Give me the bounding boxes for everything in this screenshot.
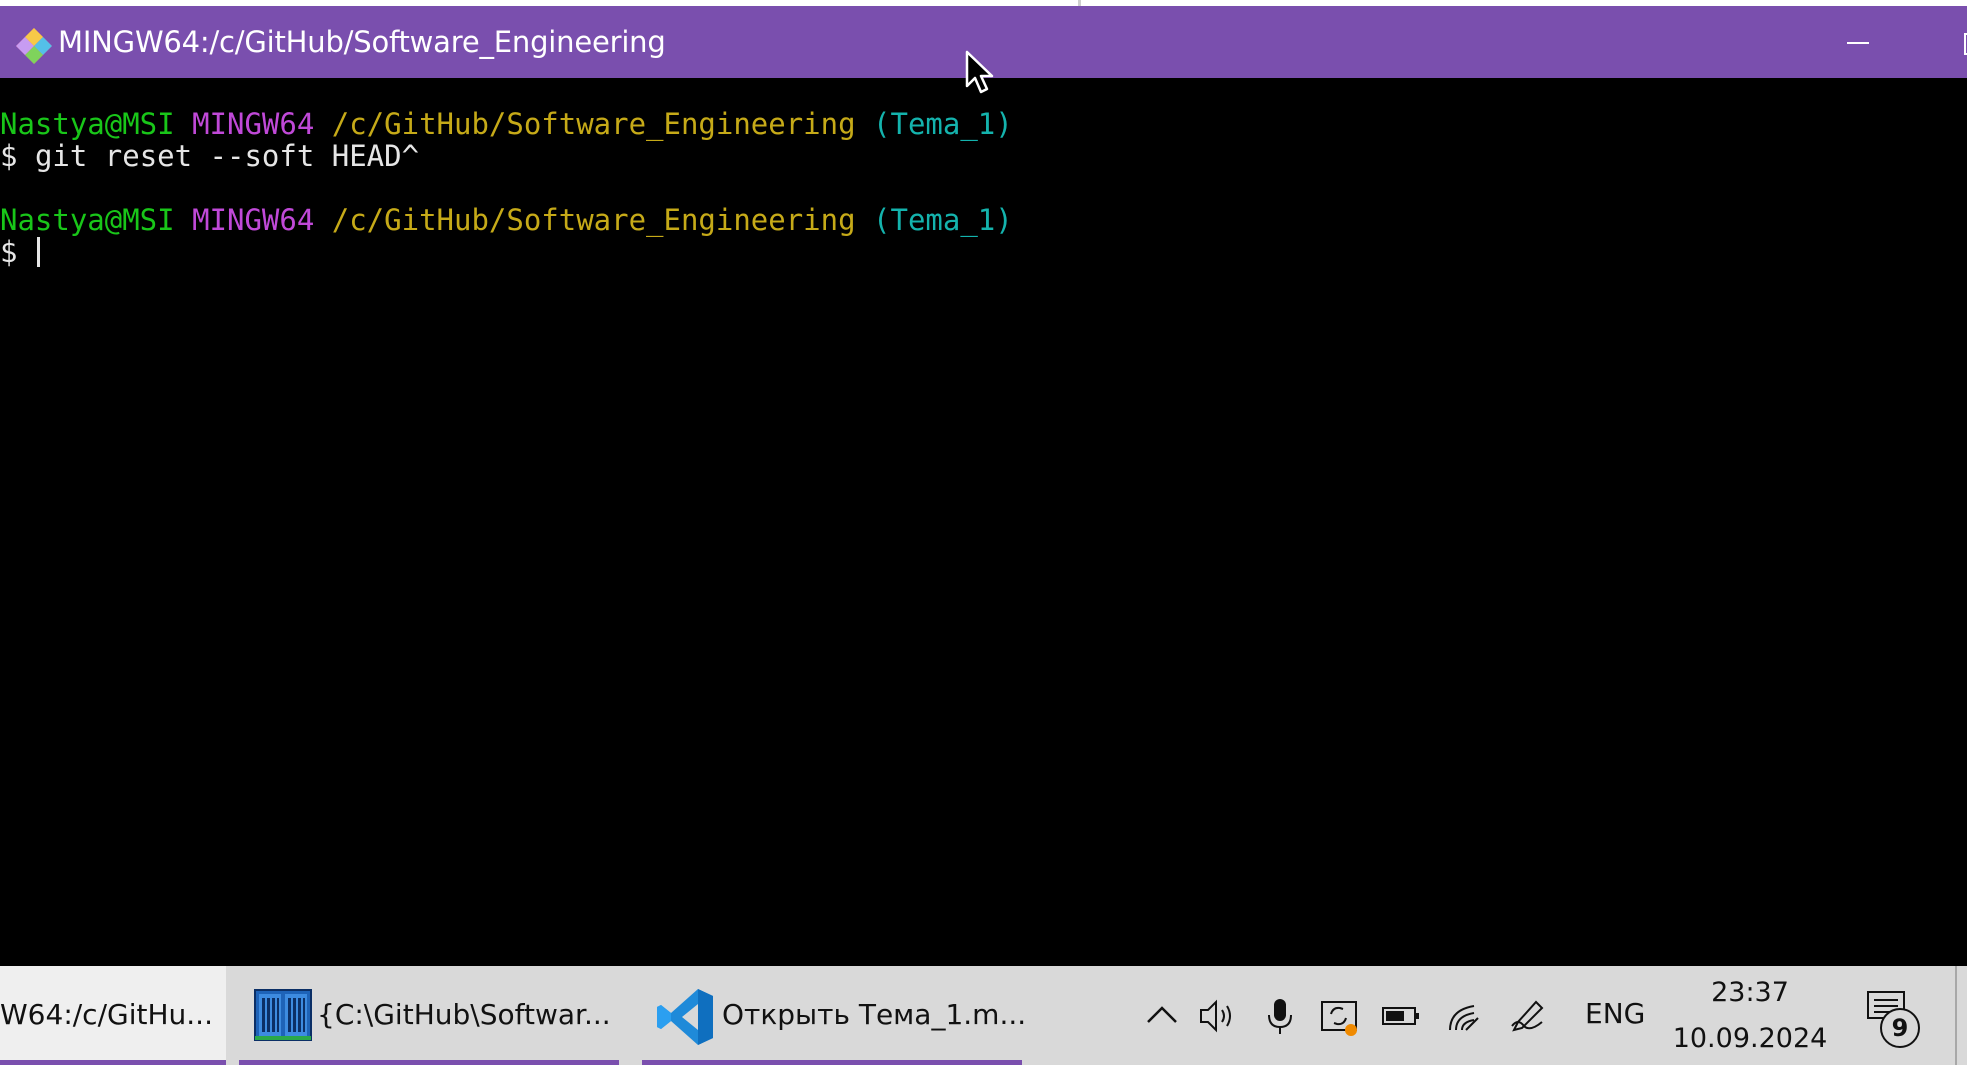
prompt-branch: (Tema_1) [873,107,1013,141]
taskbar-item-label: {C:\GitHub\Softwar... [317,998,611,1031]
wifi-icon[interactable] [1444,996,1484,1036]
prompt-user-host: Nastya@MSI [0,203,175,237]
microphone-icon[interactable] [1260,996,1300,1036]
pen-icon[interactable] [1508,996,1548,1036]
prompt-line: Nastya@MSI MINGW64 /c/GitHub/Software_En… [0,108,1013,140]
taskbar-item-file-manager[interactable]: {C:\GitHub\Softwar... [239,966,619,1065]
minimize-icon [1847,42,1869,44]
clock-date[interactable]: 10.09.2024 [1665,1022,1835,1056]
text-cursor [36,237,40,267]
notification-count-badge: 9 [1880,1008,1920,1048]
git-bash-app-icon [16,28,52,64]
sync-icon[interactable] [1319,996,1359,1036]
clock-time[interactable]: 23:37 [1675,976,1825,1010]
prompt-symbol: $ [0,235,18,269]
maximize-button[interactable] [1944,6,1967,78]
notification-center-button[interactable]: 9 [1860,990,1930,1056]
running-indicator [239,1060,619,1065]
prompt-branch: (Tema_1) [873,203,1013,237]
taskbar-item-label: W64:/c/GitHu... [0,998,213,1031]
taskbar-item-vscode[interactable]: Открыть Тема_1.m... [642,966,1026,1065]
prompt-shell: MINGW64 [192,203,315,237]
vscode-icon [657,989,713,1045]
speaker-icon[interactable] [1197,996,1237,1036]
terminal-area[interactable]: Nastya@MSI MINGW64 /c/GitHub/Software_En… [0,78,1967,966]
prompt-path: /c/GitHub/Software_Engineering [331,203,856,237]
running-indicator [642,1060,1022,1065]
chevron-up-icon[interactable] [1142,996,1182,1036]
active-indicator [0,1060,226,1065]
command-line: $ git reset --soft HEAD^ [0,140,419,172]
window-title: MINGW64:/c/GitHub/Software_Engineering [58,25,666,59]
prompt-path: /c/GitHub/Software_Engineering [331,107,856,141]
input-line[interactable]: $ [0,236,40,268]
taskbar-item-git-bash[interactable]: W64:/c/GitHu... [0,966,226,1065]
command-text: git reset --soft HEAD^ [34,139,420,173]
mouse-pointer-icon [965,50,994,94]
minimize-button[interactable] [1830,6,1890,78]
taskbar-item-label: Открыть Тема_1.m... [722,998,1027,1031]
show-desktop-button[interactable] [1955,966,1957,1065]
battery-icon[interactable] [1381,996,1421,1036]
language-indicator[interactable]: ENG [1585,997,1645,1031]
prompt-shell: MINGW64 [192,107,315,141]
file-manager-icon [254,989,312,1041]
prompt-line: Nastya@MSI MINGW64 /c/GitHub/Software_En… [0,204,1013,236]
taskbar: W64:/c/GitHu... {C:\GitHub\Softwar... От… [0,966,1967,1065]
prompt-symbol: $ [0,139,18,173]
prompt-user-host: Nastya@MSI [0,107,175,141]
